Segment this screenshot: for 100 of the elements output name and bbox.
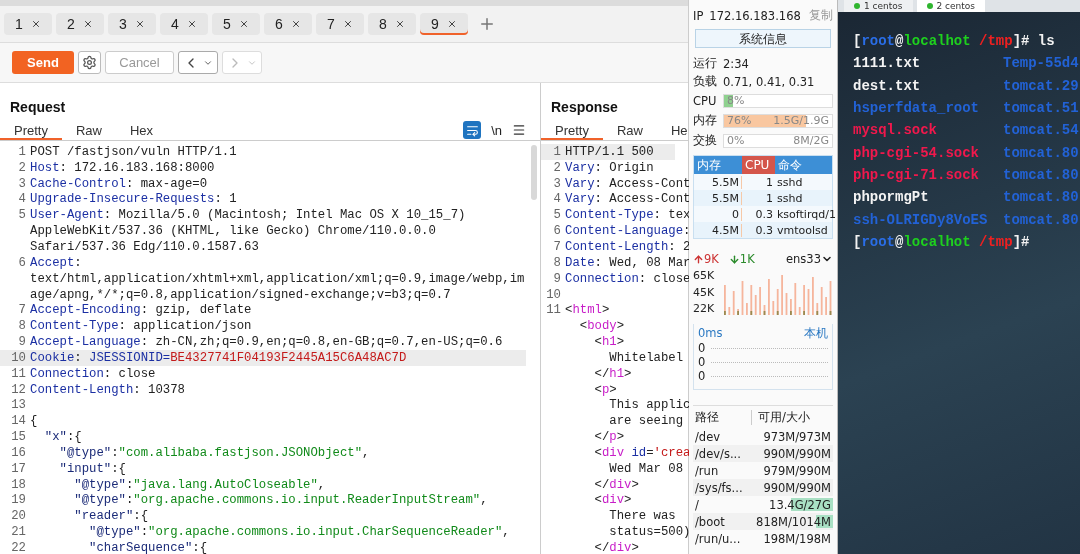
menu-button[interactable] [512, 123, 526, 137]
line-number: 15 [10, 430, 27, 445]
code-line: <p> [593, 382, 617, 397]
file-name: ssh-OLRIGDy8VoES [853, 211, 988, 228]
request-tab[interactable]: 4 [160, 13, 208, 35]
code-line: "@type":"org.apache.commons.io.input.ReaderInputStream", [73, 493, 488, 508]
table-cell-text: 0.3 [754, 223, 774, 237]
line-number: 12 [10, 382, 27, 397]
line-number: 11 [545, 303, 562, 318]
interface-dropdown[interactable]: ens33 [786, 252, 833, 266]
file-name: dest.txt [853, 77, 921, 94]
add-tab-icon[interactable] [478, 15, 496, 33]
ip-address: 172.16.183.168 [709, 8, 801, 23]
line-number: 2 [552, 160, 562, 175]
column-header[interactable]: CPU [742, 156, 775, 174]
close-icon[interactable] [290, 19, 301, 29]
line-number: 1 [552, 144, 562, 159]
view-tab[interactable]: He [657, 120, 689, 140]
disk-path: /sys/fs... [694, 480, 744, 495]
disk-path: /run/u... [694, 531, 742, 546]
close-icon[interactable] [446, 19, 457, 29]
request-tab[interactable]: 5 [212, 13, 260, 35]
wrap-button[interactable] [463, 121, 482, 139]
table-cell-text: 1 [765, 175, 774, 189]
terminal-tab[interactable]: 2 centos [916, 0, 986, 12]
request-tab[interactable]: 8 [368, 13, 416, 35]
line-number: 7 [552, 240, 562, 254]
latency-value: 0ms [698, 326, 723, 341]
code-line: Date: Wed, 08 Mar [565, 255, 689, 270]
table-cell-text: sshd [776, 175, 804, 189]
uptime-value: 2:34 [723, 56, 749, 71]
code-line: HTTP/1.1 500 [565, 144, 654, 159]
request-tab[interactable]: 2 [56, 13, 104, 35]
view-tab[interactable]: Pretty [0, 120, 62, 140]
code-line: Safari/537.36 Edg/110.0.1587.63 [30, 240, 259, 254]
code-line: Content-Length: 10378 [30, 382, 185, 397]
close-icon[interactable] [30, 19, 41, 29]
request-tab[interactable]: 9 [420, 13, 468, 35]
view-tab[interactable]: Hex [116, 120, 168, 140]
code-line: Upgrade-Insecure-Requests: 1 [30, 192, 237, 207]
meter-label: 内存 [693, 113, 718, 128]
code-line: Accept: [30, 255, 82, 270]
disk-path: /dev/s... [694, 446, 742, 461]
request-tab[interactable]: 7 [316, 13, 364, 35]
code-line: This applic [608, 398, 689, 413]
file-name: tomcat.51 [1003, 100, 1079, 117]
close-icon[interactable] [342, 19, 353, 29]
code-line: Wed Mar 08 [608, 461, 684, 476]
code-line: Connection: close [30, 366, 156, 381]
line-number: 5 [552, 208, 562, 223]
newline-toggle[interactable]: \n [491, 122, 502, 138]
code-line: AppleWebKit/537.36 (KHTML, like Gecko) Chrome/110.0.0.0 [30, 224, 436, 239]
code-line: "x":{ [43, 430, 82, 445]
code-line: Host: 172.16.183.168:8000 [30, 160, 215, 175]
code-line: text/html,application/xhtml+xml,application/xml;q=0.9,image/webp,im [30, 271, 525, 286]
prompt-line: [root@localhot /tmp]# [853, 233, 1030, 250]
latency-reading: 0 [698, 369, 706, 383]
download-speed: 1K [739, 252, 755, 266]
request-tab[interactable]: 6 [264, 13, 312, 35]
close-icon[interactable] [186, 19, 197, 29]
terminal-tab[interactable]: 1 centos [844, 0, 913, 12]
meter-amount: 8M/2G [793, 134, 829, 147]
request-tab[interactable]: 1 [4, 13, 52, 35]
system-info-button[interactable]: 系统信息 [695, 29, 831, 48]
line-number: 2 [17, 160, 27, 175]
view-tab[interactable]: Pretty [541, 120, 603, 140]
table-cell-text: sshd [776, 191, 804, 205]
close-icon[interactable] [394, 19, 405, 29]
column-header: 路径 [694, 409, 720, 425]
settings-button[interactable] [78, 51, 101, 74]
line-number: 10 [545, 287, 562, 302]
close-icon[interactable] [82, 19, 93, 29]
line-number: 4 [17, 192, 27, 207]
scrollbar[interactable] [531, 145, 537, 200]
line-number: 8 [552, 255, 562, 270]
disk-size: 990M/990M [762, 480, 832, 495]
line-number: 20 [10, 509, 27, 524]
table-cell: 5.5M [694, 191, 742, 205]
meter-label: 交换 [693, 133, 718, 148]
line-number: 7 [17, 303, 27, 318]
disk-path: /run [694, 463, 720, 478]
line-number: 5 [17, 208, 27, 223]
close-icon[interactable] [134, 19, 145, 29]
code-line: Vary: Origin [565, 160, 654, 175]
line-number: 10 [10, 350, 27, 365]
upload-speed: 9K [704, 252, 719, 266]
line-number: 3 [552, 176, 562, 191]
code-line: POST /fastjson/vuln HTTP/1.1 [30, 144, 237, 159]
file-name: tomcat.54 [1003, 122, 1079, 139]
close-icon[interactable] [238, 19, 249, 29]
line-number: 14 [10, 414, 27, 429]
panel-title: Response [550, 99, 619, 117]
code-line: "@type":"com.alibaba.fastjson.JSONObject", [58, 445, 370, 460]
view-tab[interactable]: Raw [61, 120, 116, 140]
view-tab[interactable]: Raw [602, 120, 657, 140]
file-name: php-cgi-71.sock [853, 166, 980, 183]
request-tab[interactable]: 3 [108, 13, 156, 35]
line-number: 3 [17, 176, 27, 191]
code-line: Connection: close [565, 271, 689, 286]
code-line: "@type":"java.lang.AutoCloseable", [73, 477, 326, 492]
